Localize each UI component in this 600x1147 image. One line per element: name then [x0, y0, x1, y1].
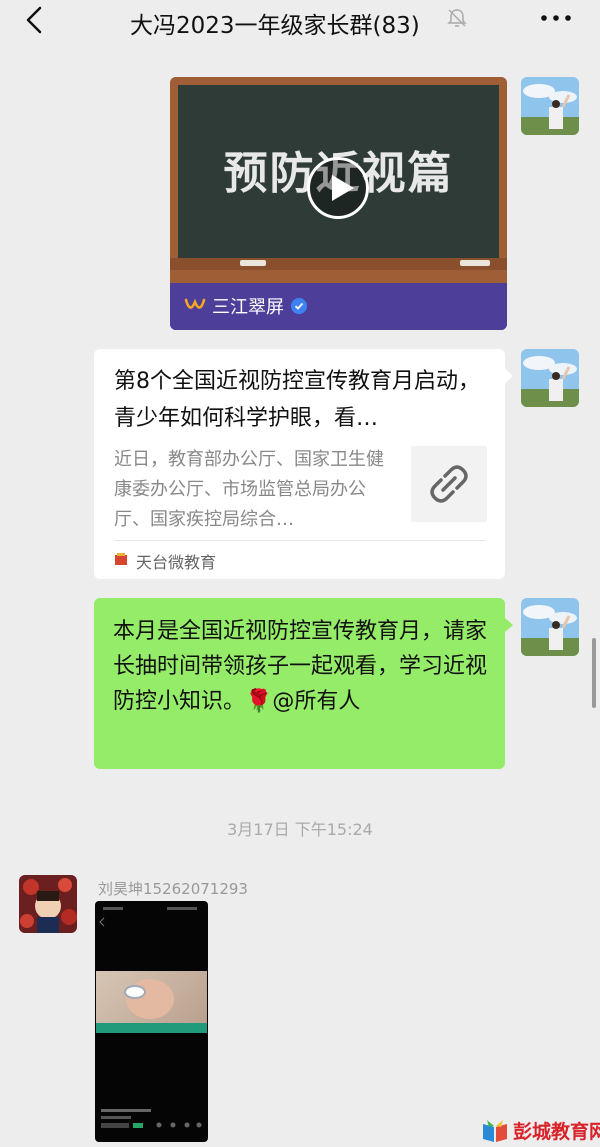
- publisher-logo-icon: [115, 553, 127, 565]
- link-description: 近日，教育部办公厅、国家卫生健康委办公厅、市场监管总局办公厅、国家疾控局综合…: [114, 449, 384, 530]
- eye: [124, 985, 146, 999]
- sender-name: 刘昊坤15262071293: [98, 880, 248, 898]
- watermark-text: 彭城教育网: [513, 1121, 600, 1143]
- video-source-name: 三江翠屏: [212, 297, 284, 318]
- link-title: 第8个全国近视防控宣传教育月启动，青少年如何科学护眼，看…: [114, 369, 480, 431]
- avatar[interactable]: [521, 598, 579, 656]
- video-message[interactable]: 预防近视篇 三江翠屏: [170, 77, 507, 330]
- divider: [114, 540, 486, 541]
- phone-app-bar: [99, 917, 105, 927]
- chalk: [460, 260, 490, 266]
- book-logo-icon: [483, 1120, 507, 1142]
- verified-badge-icon: [291, 298, 307, 314]
- video-frame: [96, 971, 207, 1033]
- scrollbar[interactable]: [592, 638, 596, 708]
- caption-strip: [96, 1023, 207, 1033]
- avatar[interactable]: [521, 77, 579, 135]
- bell-off-icon: [447, 9, 467, 27]
- video-thumbnail: 预防近视篇: [170, 77, 507, 283]
- channel-logo-icon: [184, 298, 206, 309]
- link-source-name: 天台微教育: [136, 553, 217, 572]
- video-source-bar: 三江翠屏: [170, 283, 507, 330]
- chalk: [240, 260, 266, 266]
- watermark: 彭城教育网: [481, 1114, 600, 1147]
- play-button[interactable]: [307, 157, 369, 219]
- link-card-message[interactable]: 第8个全国近视防控宣传教育月启动，青少年如何科学护眼，看… 近日，教育部办公厅、…: [94, 349, 513, 579]
- chalk-tray: [170, 258, 507, 270]
- image-message[interactable]: [95, 901, 208, 1142]
- phone-status-bar: [103, 907, 197, 910]
- sender-avatar[interactable]: [19, 875, 77, 933]
- link-thumbnail: [411, 446, 487, 522]
- avatar[interactable]: [521, 349, 579, 407]
- text-message[interactable]: 本月是全国近视防控宣传教育月，请家长抽时间带领孩子一起观看，学习近视防控小知识。…: [94, 598, 513, 769]
- message-timestamp: 3月17日 下午15:24: [227, 820, 373, 839]
- phone-bottom-bar: [101, 1109, 202, 1128]
- more-horizontal-icon[interactable]: [538, 10, 574, 26]
- chat-header: 大冯2023一年级家长群(83): [0, 0, 600, 44]
- chevron-left-icon[interactable]: [18, 4, 54, 36]
- link-icon: [430, 465, 468, 503]
- message-text: 本月是全国近视防控宣传教育月，请家长抽时间带领孩子一起观看，学习近视防控小知识。…: [113, 619, 488, 714]
- chat-title: 大冯2023一年级家长群(83): [130, 13, 420, 39]
